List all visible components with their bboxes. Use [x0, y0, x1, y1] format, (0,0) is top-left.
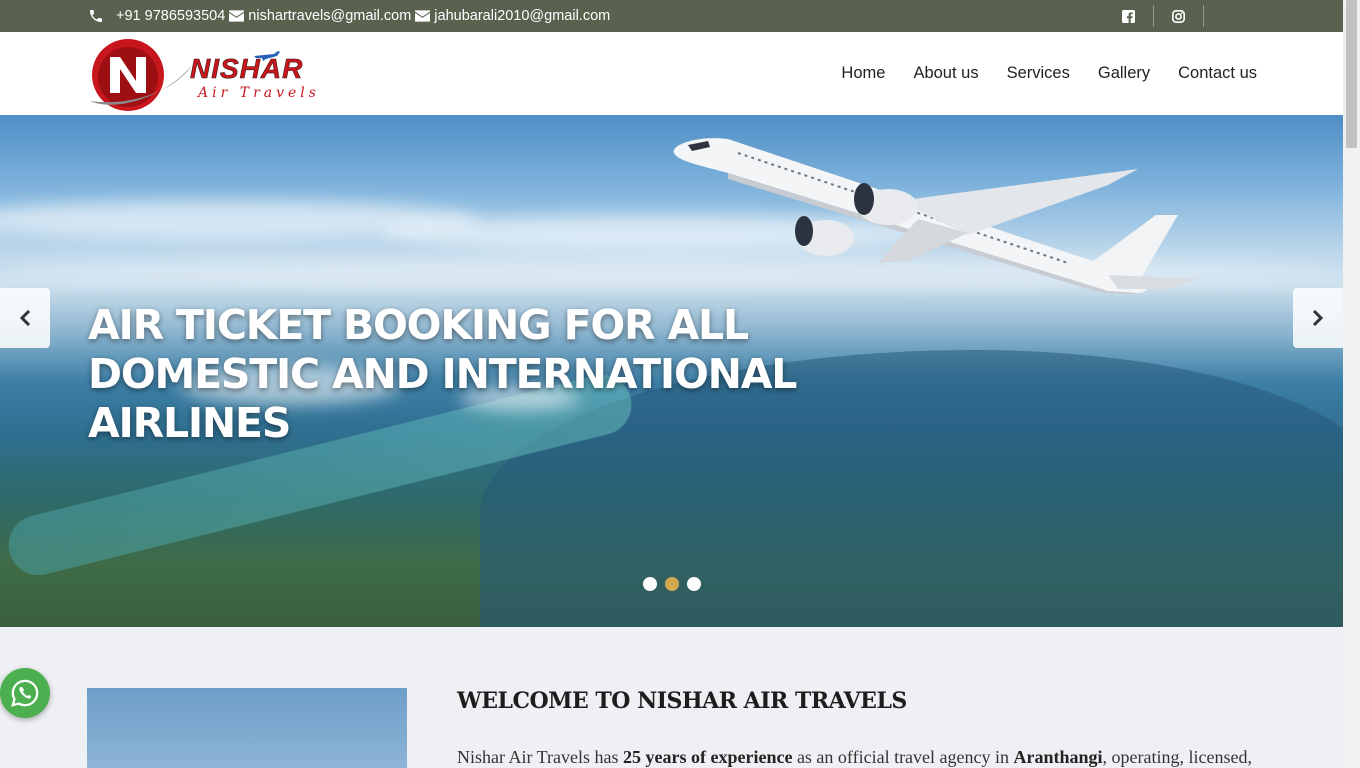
site-logo[interactable]: NISHAR Air Travels — [88, 35, 348, 113]
email-address-1: nishartravels@gmail.com — [248, 8, 412, 24]
phone-number: +91 9786593504 — [116, 8, 226, 24]
instagram-link[interactable] — [1153, 5, 1203, 27]
nav-gallery[interactable]: Gallery — [1098, 64, 1150, 83]
hero-slider: AIR TICKET BOOKING FOR ALL DOMESTIC AND … — [0, 115, 1343, 627]
about-text-mid: as an official travel agency in — [792, 747, 1014, 767]
about-text-suffix: , operating, licensed, — [1102, 747, 1252, 767]
nav-services[interactable]: Services — [1007, 64, 1070, 83]
page-scrollbar[interactable] — [1343, 0, 1360, 768]
email-address-2: jahubarali2010@gmail.com — [434, 8, 611, 24]
email-contact-2[interactable]: jahubarali2010@gmail.com — [415, 8, 610, 24]
nav-about-us[interactable]: About us — [913, 64, 978, 83]
chevron-right-icon — [1312, 310, 1324, 326]
top-contact-bar: +91 9786593504 nishartravels@gmail.com j… — [0, 0, 1343, 32]
contact-info: +91 9786593504 nishartravels@gmail.com j… — [88, 0, 614, 32]
about-image — [87, 688, 407, 768]
scrollbar-thumb[interactable] — [1346, 0, 1357, 148]
instagram-icon — [1172, 9, 1185, 23]
airplane-image — [673, 138, 1198, 295]
logo-tagline: Air Travels — [198, 85, 320, 101]
envelope-icon — [415, 10, 431, 22]
logo-brand-text: NISHAR — [190, 53, 304, 85]
about-paragraph: Nishar Air Travels has 25 years of exper… — [457, 747, 1257, 768]
whatsapp-button[interactable] — [0, 668, 50, 718]
chevron-left-icon — [19, 310, 31, 326]
hero-headline: AIR TICKET BOOKING FOR ALL DOMESTIC AND … — [88, 301, 797, 447]
social-divider — [1203, 5, 1239, 27]
about-heading: WELCOME TO NISHAR AIR TRAVELS — [457, 688, 907, 714]
main-navigation: Home About us Services Gallery Contact u… — [813, 32, 1257, 115]
email-contact-1[interactable]: nishartravels@gmail.com — [229, 8, 411, 24]
about-location: Aranthangi — [1013, 747, 1103, 767]
logo-emblem-icon — [90, 39, 192, 111]
nav-home[interactable]: Home — [841, 64, 885, 83]
social-links — [1103, 0, 1239, 32]
whatsapp-icon — [11, 679, 39, 707]
slider-pagination — [643, 577, 709, 591]
site-header: NISHAR Air Travels Home About us Service… — [0, 32, 1343, 115]
nav-contact-us[interactable]: Contact us — [1178, 64, 1257, 83]
phone-icon — [90, 10, 102, 22]
about-text-prefix: Nishar Air Travels has — [457, 747, 623, 767]
slider-prev-button[interactable] — [0, 288, 50, 348]
phone-contact[interactable]: +91 9786593504 — [88, 8, 225, 24]
slider-dot-1[interactable] — [643, 577, 657, 591]
facebook-icon — [1121, 9, 1135, 23]
envelope-icon — [229, 10, 245, 22]
slider-next-button[interactable] — [1293, 288, 1343, 348]
slider-dot-3[interactable] — [687, 577, 701, 591]
about-experience: 25 years of experience — [623, 747, 793, 767]
facebook-link[interactable] — [1103, 5, 1153, 27]
slider-dot-2[interactable] — [665, 577, 679, 591]
